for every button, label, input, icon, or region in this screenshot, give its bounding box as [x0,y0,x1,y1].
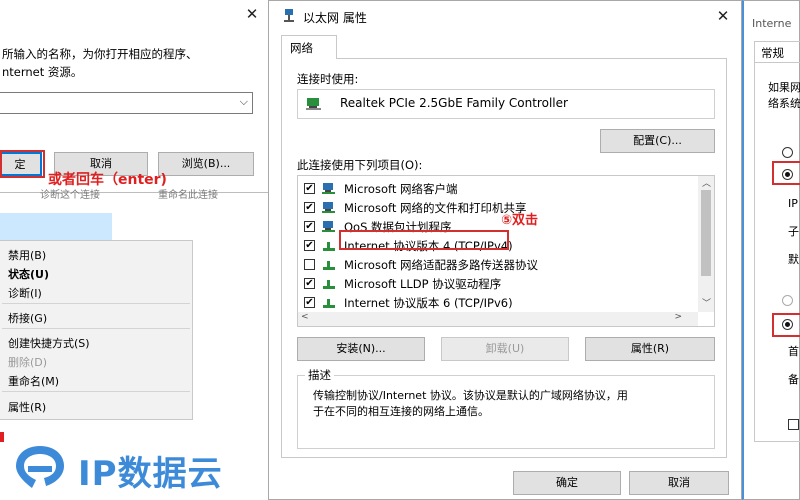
description-line2: 于在不同的相互连接的网络上通信。 [313,405,489,418]
protocol-icon [322,278,336,289]
item-checkbox[interactable]: ✔ [304,297,315,308]
adapter-icon [306,97,321,110]
use-dns-highlight-box [772,313,800,337]
scroll-up-icon[interactable]: ︿ [702,176,711,189]
alternate-dns-label: 备 [788,373,799,386]
item-properties-button[interactable]: 属性(R) [585,337,715,361]
menu-item-status[interactable]: 状态(U) [8,266,49,282]
menu-item-bridge[interactable]: 桥接(G) [8,310,47,326]
subnet-mask-label: 子 [788,225,799,238]
run-browse-button[interactable]: 浏览(B)... [158,152,254,176]
menu-item-delete[interactable]: 删除(D) [8,354,47,370]
ethernet-properties-dialog: 以太网 属性 ✕ 网络 连接时使用: Realtek PCIe 2.5GbE F… [268,0,742,500]
vertical-scrollbar[interactable]: ︿ ﹀ [698,176,714,312]
background-link-diagnose: 诊断这个连接 [40,190,100,201]
menu-separator [2,391,190,392]
network-client-icon [322,183,336,194]
ipv4-info-text2: 络系统 [768,97,800,110]
default-gateway-label: 默 [788,253,799,266]
menu-item-rename[interactable]: 重命名(M) [8,373,59,389]
item-checkbox[interactable]: ✔ [304,240,315,251]
selected-connection-highlight [0,213,112,241]
list-item[interactable]: ✔ Microsoft LLDP 协议驱动程序 [298,275,698,293]
item-label: Internet 协议版本 6 (TCP/IPv6) [344,296,513,310]
adapter-name: Realtek PCIe 2.5GbE Family Controller [340,96,568,110]
network-adapter-icon [283,9,295,23]
protocol-icon [322,259,336,270]
ipv4-tab-general-label: 常规 [761,46,784,60]
watermark-text: IP数据云 [78,454,223,494]
ipv4-properties-dialog: Interne 常规 如果网 络系统 IP 子 默 首 备 [742,0,800,500]
description-line1: 传输控制协议/Internet 协议。该协议是默认的广域网络协议，用 [313,389,628,402]
close-icon[interactable]: ✕ [713,6,733,26]
tab-network[interactable]: 网络 [281,35,337,59]
menu-separator [2,328,190,329]
list-item[interactable]: Microsoft 网络适配器多路传送器协议 [298,256,698,274]
background-link-rename: 重命名此连接 [158,190,218,201]
description-group-label: 描述 [305,367,334,383]
preferred-dns-label: 首 [788,345,799,358]
list-item[interactable]: ✔ Internet 协议版本 6 (TCP/IPv6) [298,294,698,312]
validate-settings-checkbox[interactable] [788,419,799,430]
adapter-box: Realtek PCIe 2.5GbE Family Controller [297,89,715,119]
items-list[interactable]: ✔ Microsoft 网络客户端 ✔ Microsoft 网络的文件和打印机共享 ✔ Q… [297,175,715,327]
item-label: Microsoft 网络适配器多路传送器协议 [344,258,538,272]
protocol-icon [322,297,336,308]
horizontal-scrollbar[interactable]: < > [298,312,698,326]
uninstall-button[interactable]: 卸载(U) [441,337,569,361]
ipv4-highlight-box [339,230,509,250]
tab-network-label: 网络 [290,41,313,55]
ipv4-dialog-title: Interne [752,17,792,30]
item-checkbox[interactable]: ✔ [304,278,315,289]
dialog-title: 以太网 属性 [303,11,367,25]
use-ip-highlight-box [772,161,800,185]
ipv4-info-text1: 如果网 [768,81,800,94]
ip-address-label: IP [788,197,798,210]
item-checkbox[interactable]: ✔ [304,202,315,213]
item-label: Microsoft LLDP 协议驱动程序 [344,277,502,291]
menu-item-diagnose[interactable]: 诊断(I) [8,285,42,301]
run-description-line1: 所输入的名称，为你打开相应的程序、 [2,47,198,61]
ok-highlight-box [0,150,45,178]
obtain-ip-auto-radio[interactable] [782,147,793,158]
scroll-right-icon[interactable]: > [674,312,682,322]
configure-button[interactable]: 配置(C)... [600,129,715,153]
double-click-annotation: ⑤双击 [501,213,539,228]
red-mark [0,432,4,442]
scroll-down-icon[interactable]: ﹀ [702,296,711,309]
run-open-input[interactable]: ⌵ [0,92,253,114]
item-checkbox[interactable] [304,259,315,270]
connect-using-label: 连接时使用: [297,72,359,86]
menu-separator [2,303,190,304]
item-label: Microsoft 网络客户端 [344,182,458,196]
list-item[interactable]: ✔ Microsoft 网络客户端 [298,180,698,198]
item-label: Microsoft 网络的文件和打印机共享 [344,201,527,215]
menu-item-create-shortcut[interactable]: 创建快捷方式(S) [8,335,90,351]
chevron-down-icon[interactable]: ⌵ [240,95,248,109]
context-menu: 禁用(B) 状态(U) 诊断(I) 桥接(G) 创建快捷方式(S) 删除(D) … [0,240,193,420]
install-button[interactable]: 安装(N)... [297,337,425,361]
item-checkbox[interactable]: ✔ [304,221,315,232]
menu-item-disable[interactable]: 禁用(B) [8,247,46,263]
ip-logo-icon [12,442,68,492]
obtain-dns-auto-radio[interactable] [782,295,793,306]
ipv4-tab-general[interactable]: 常规 [754,41,800,63]
qos-icon [322,221,336,232]
run-description-line2: nternet 资源。 [2,65,83,79]
items-label: 此连接使用下列项目(O): [297,158,423,172]
scroll-thumb[interactable] [701,190,711,276]
menu-item-properties[interactable]: 属性(R) [8,399,46,415]
cancel-button[interactable]: 取消 [629,471,729,495]
protocol-icon [322,240,336,251]
scroll-left-icon[interactable]: < [301,312,309,322]
close-icon[interactable]: ✕ [242,4,262,24]
item-checkbox[interactable]: ✔ [304,183,315,194]
list-item[interactable]: ✔ Microsoft 网络的文件和打印机共享 [298,199,698,217]
file-printer-sharing-icon [322,202,336,213]
ok-button[interactable]: 确定 [513,471,621,495]
